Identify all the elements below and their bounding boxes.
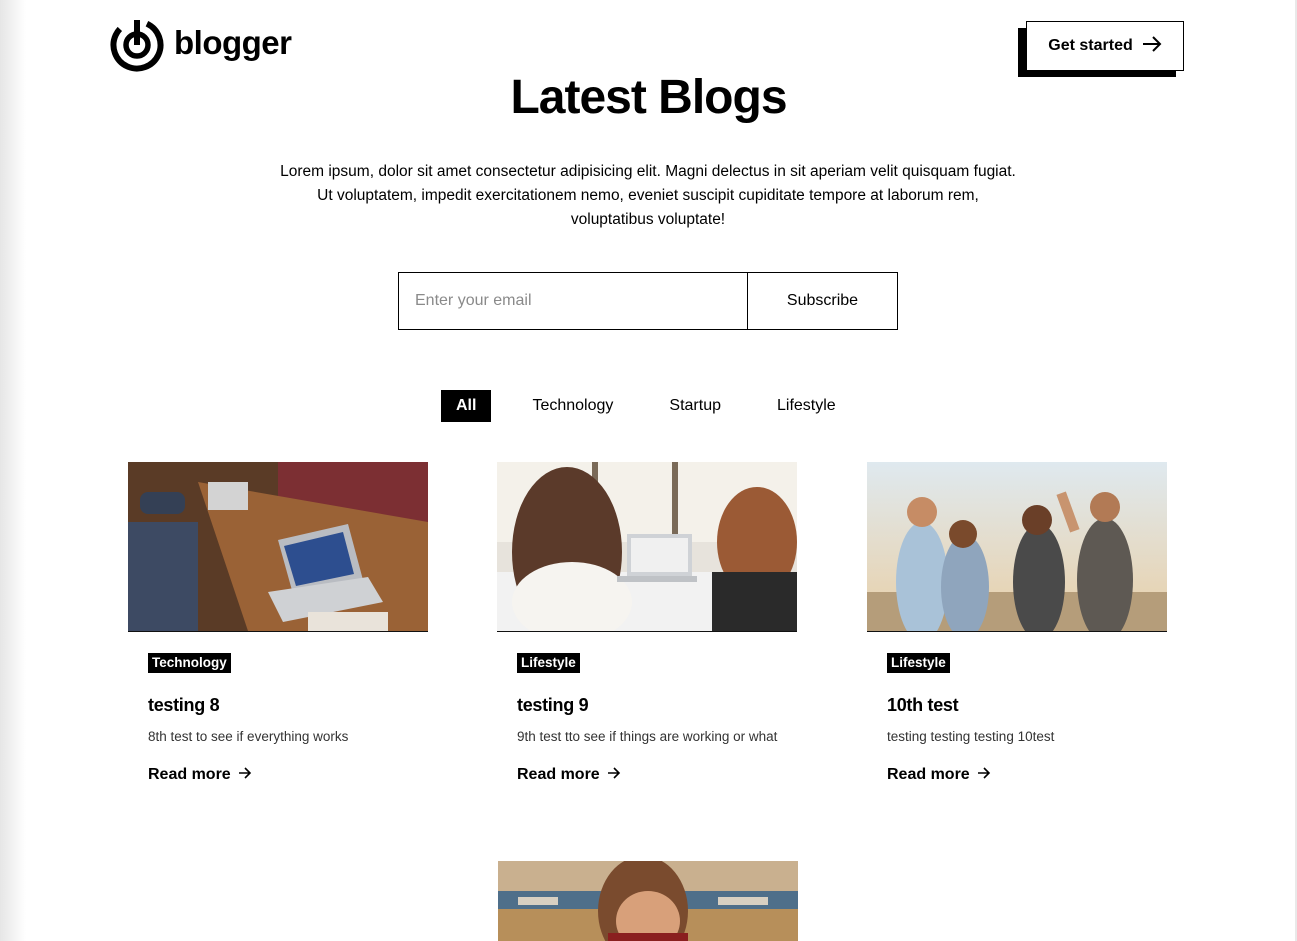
arrow-right-icon (238, 766, 252, 784)
filter-all[interactable]: All (441, 390, 492, 422)
arrow-right-icon (1142, 35, 1162, 58)
category-badge[interactable]: Lifestyle (517, 653, 580, 673)
post-image[interactable] (498, 861, 798, 941)
read-more-link[interactable]: Read more (887, 766, 991, 784)
blog-card: Technology testing 8 8th test to see if … (128, 462, 428, 784)
category-badge[interactable]: Technology (148, 653, 231, 673)
intro-text: Lorem ipsum, dolor sit amet consectetur … (280, 163, 1016, 228)
post-title[interactable]: 10th test (887, 695, 1167, 716)
blog-card: Lifestyle testing 9 9th test tto see if … (497, 462, 797, 784)
category-badge[interactable]: Lifestyle (887, 653, 950, 673)
page-title: Latest Blogs (510, 71, 787, 124)
post-title[interactable]: testing 8 (148, 695, 428, 716)
read-more-link[interactable]: Read more (148, 766, 252, 784)
arrow-right-icon (607, 766, 621, 784)
brand-logo[interactable]: blogger (110, 17, 292, 72)
category-filters: All Technology Startup Lifestyle (441, 390, 836, 422)
page-shadow-left (0, 0, 26, 941)
get-started-button[interactable]: Get started (1026, 21, 1184, 71)
brand-name: blogger (174, 24, 292, 61)
read-more-label: Read more (517, 766, 600, 783)
filter-lifestyle[interactable]: Lifestyle (777, 390, 836, 422)
email-input[interactable] (399, 273, 748, 329)
subscribe-button[interactable]: Subscribe (748, 273, 897, 329)
subscribe-form: Subscribe (398, 272, 898, 330)
blog-card: Lifestyle 10th test testing testing test… (867, 462, 1167, 784)
post-title[interactable]: testing 9 (517, 695, 797, 716)
post-excerpt: 8th test to see if everything works (148, 729, 349, 744)
read-more-label: Read more (148, 766, 231, 783)
get-started-label: Get started (1048, 37, 1133, 54)
logo-icon (110, 17, 164, 72)
blog-card-partial (498, 861, 798, 941)
post-excerpt: 9th test tto see if things are working o… (517, 729, 778, 744)
post-excerpt: testing testing testing 10test (887, 729, 1055, 744)
filter-startup[interactable]: Startup (669, 390, 721, 422)
post-image[interactable] (867, 462, 1167, 632)
read-more-link[interactable]: Read more (517, 766, 621, 784)
post-image[interactable] (497, 462, 797, 632)
arrow-right-icon (977, 766, 991, 784)
post-image[interactable] (128, 462, 428, 632)
read-more-label: Read more (887, 766, 970, 783)
filter-technology[interactable]: Technology (532, 390, 613, 422)
